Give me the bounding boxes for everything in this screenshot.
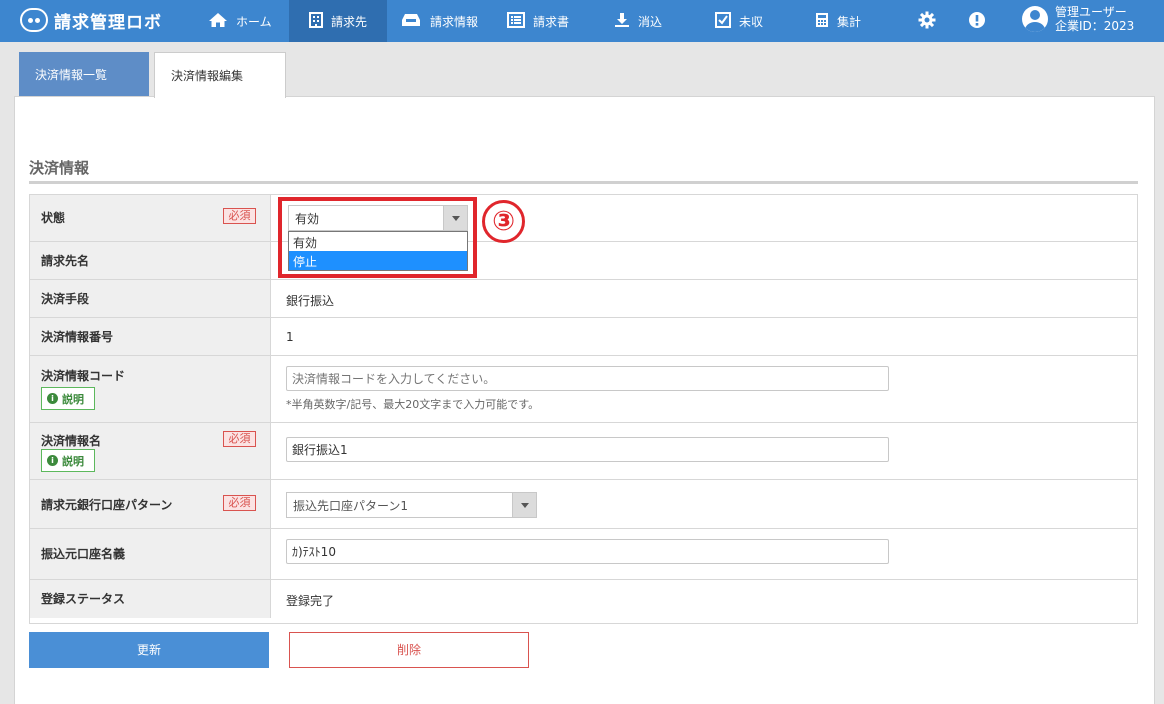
nav-reconcile[interactable]: 消込 xyxy=(614,0,684,42)
nav-aggregate-label: 集計 xyxy=(837,14,862,29)
user-name: 管理ユーザー xyxy=(1055,5,1127,19)
bank-pattern-label: 請求元銀行口座パターン xyxy=(41,498,173,512)
info-icon: i xyxy=(47,393,58,404)
list-icon xyxy=(507,11,525,31)
payment-info-form: 状態 必須 有効 請求先名 決済手段 銀行振込 決済情報番号 1 決済情報コード… xyxy=(29,194,1138,624)
payment-name-input[interactable] xyxy=(286,437,889,462)
nav-uncollected-label: 未収 xyxy=(739,14,764,29)
tab-payment-info-list[interactable]: 決済情報一覧 xyxy=(19,52,149,97)
app-title: 請求管理ロボ xyxy=(54,12,162,33)
update-button[interactable]: 更新 xyxy=(29,632,269,668)
section-title: 決済情報 xyxy=(29,159,90,177)
row-billing-name: 請求先名 xyxy=(30,242,1137,280)
user-menu[interactable]: 管理ユーザー 企業ID：2023 xyxy=(1022,5,1134,33)
registration-status-label: 登録ステータス xyxy=(41,592,126,606)
billing-name-label: 請求先名 xyxy=(41,254,90,268)
status-label: 状態 xyxy=(41,211,66,225)
payment-method-value: 銀行振込 xyxy=(286,294,335,308)
nav-home-label: ホーム xyxy=(236,14,272,29)
user-avatar-icon xyxy=(1022,6,1048,32)
bank-pattern-select[interactable]: 振込先口座パターン1 xyxy=(286,492,537,518)
tab-payment-info-edit[interactable]: 決済情報編集 xyxy=(154,52,286,98)
row-registration-status: 登録ステータス 登録完了 xyxy=(30,580,1137,618)
top-navigation-bar: 請求管理ロボ ホーム 請求先 請求情報 請求書 消込 未収 集計 管理ユーザー … xyxy=(0,0,1164,42)
building-icon xyxy=(309,11,323,31)
company-id: 企業ID：2023 xyxy=(1055,19,1135,33)
payment-name-label: 決済情報名 xyxy=(41,434,102,448)
row-payment-method: 決済手段 銀行振込 xyxy=(30,280,1137,318)
info-icon: i xyxy=(47,455,58,466)
row-payment-code: 決済情報コード i 説明 *半角英数字/記号、最大20文字まで入力可能です。 xyxy=(30,356,1137,423)
nav-billing-destination-label: 請求先 xyxy=(331,14,368,29)
nav-aggregate[interactable]: 集計 xyxy=(815,0,885,42)
chevron-down-icon xyxy=(512,493,536,517)
robot-logo-icon xyxy=(20,8,48,32)
nav-reconcile-label: 消込 xyxy=(638,14,663,29)
nav-home[interactable]: ホーム xyxy=(196,0,288,42)
explain-button[interactable]: i 説明 xyxy=(41,387,95,410)
nav-uncollected[interactable]: 未収 xyxy=(715,0,785,42)
highlight-frame xyxy=(278,197,477,278)
nav-invoice-label: 請求書 xyxy=(533,14,570,29)
payment-code-input[interactable] xyxy=(286,366,889,391)
row-payment-name: 決済情報名 必須 i 説明 xyxy=(30,423,1137,480)
alert-icon xyxy=(968,11,986,32)
payment-method-label: 決済手段 xyxy=(41,292,90,306)
registration-status-value: 登録完了 xyxy=(286,594,335,608)
row-transfer-name: 振込元口座名義 xyxy=(30,529,1137,580)
calculator-icon xyxy=(815,12,829,31)
inbox-icon xyxy=(400,13,422,30)
transfer-name-input[interactable] xyxy=(286,539,889,564)
app-logo[interactable]: 請求管理ロボ xyxy=(20,6,162,34)
required-badge: 必須 xyxy=(223,495,256,511)
step-marker: ③ xyxy=(482,200,525,243)
notification-button[interactable] xyxy=(968,0,988,42)
payment-code-hint: *半角英数字/記号、最大20文字まで入力可能です。 xyxy=(286,398,540,411)
row-payment-number: 決済情報番号 1 xyxy=(30,318,1137,356)
nav-billing-destination[interactable]: 請求先 xyxy=(289,0,387,42)
payment-number-value: 1 xyxy=(286,330,294,344)
payment-number-label: 決済情報番号 xyxy=(41,330,114,344)
row-status: 状態 必須 有効 xyxy=(30,195,1137,242)
nav-billing-info[interactable]: 請求情報 xyxy=(400,0,492,42)
transfer-name-label: 振込元口座名義 xyxy=(41,547,126,561)
required-badge: 必須 xyxy=(223,431,256,447)
checkbox-icon xyxy=(715,11,731,31)
nav-invoice[interactable]: 請求書 xyxy=(507,0,587,42)
delete-button[interactable]: 削除 xyxy=(289,632,529,668)
row-bank-pattern: 請求元銀行口座パターン 必須 振込先口座パターン1 xyxy=(30,480,1137,529)
gear-icon xyxy=(918,11,936,32)
nav-billing-info-label: 請求情報 xyxy=(430,14,479,29)
bank-pattern-selected-value: 振込先口座パターン1 xyxy=(293,499,409,513)
download-icon xyxy=(614,12,630,31)
required-badge: 必須 xyxy=(223,208,256,224)
section-divider xyxy=(29,181,1138,184)
explain-button[interactable]: i 説明 xyxy=(41,449,95,472)
settings-button[interactable] xyxy=(918,0,938,42)
home-icon xyxy=(208,12,228,31)
payment-code-label: 決済情報コード xyxy=(41,369,126,383)
